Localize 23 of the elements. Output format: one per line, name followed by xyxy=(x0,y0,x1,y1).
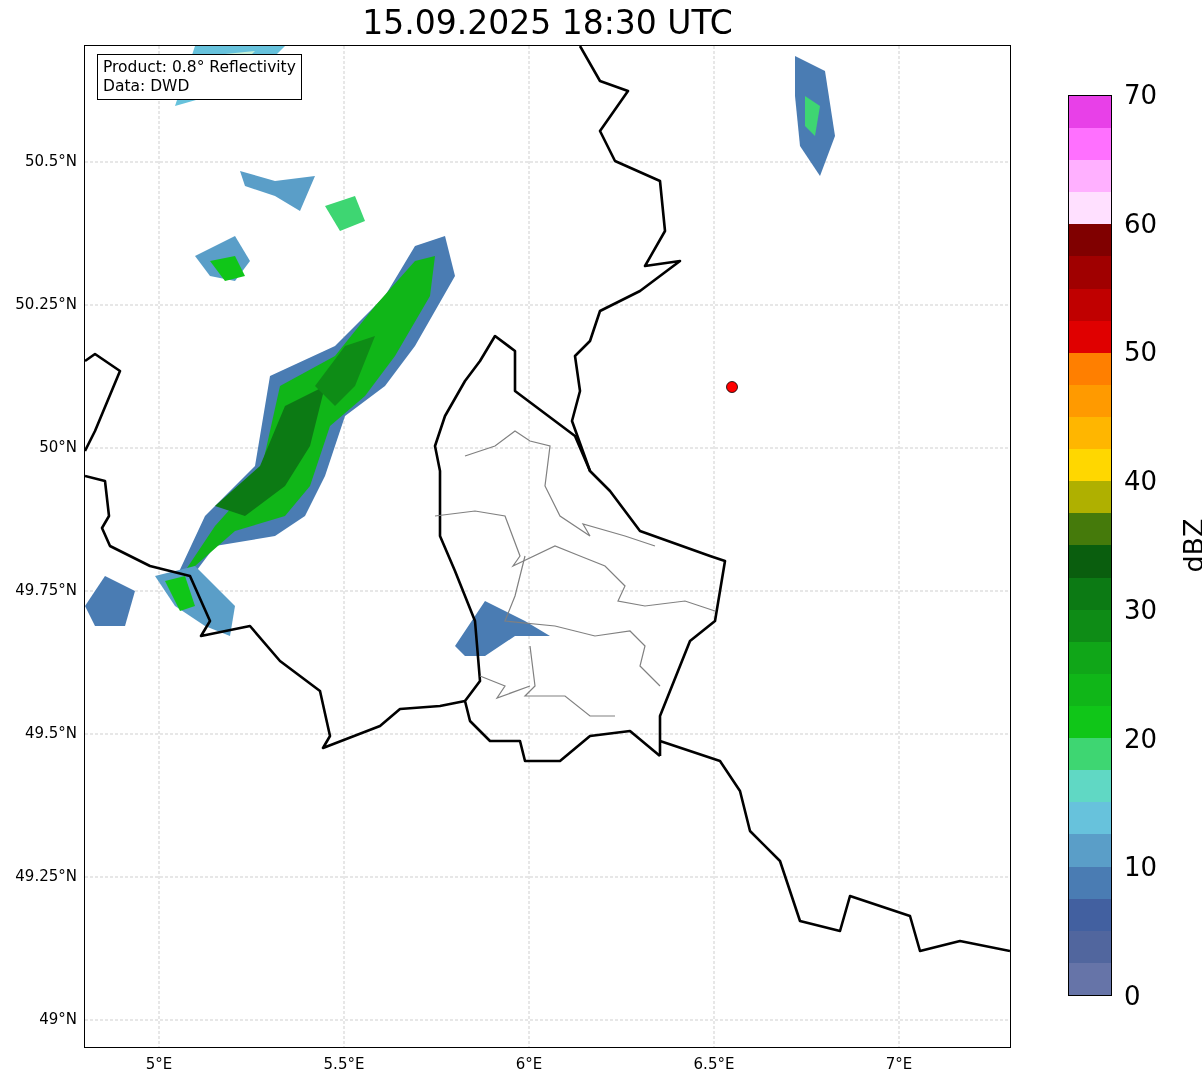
axis-label: 6°E xyxy=(515,1055,543,1073)
tick-label: 10 xyxy=(1124,852,1158,883)
tick-label: 40 xyxy=(1124,466,1158,497)
axis-label: 49°N xyxy=(39,1010,77,1028)
axis-label: 5°E xyxy=(145,1055,173,1073)
axis-label: 7°E xyxy=(885,1055,913,1073)
axis-label: 5.5°E xyxy=(323,1055,365,1073)
tick-label: 0 xyxy=(1124,981,1141,1011)
legend-text: Data: DWD xyxy=(103,77,191,96)
axis-label: 50°N xyxy=(39,438,77,456)
tick-label: 60 xyxy=(1124,208,1158,239)
tick-label: 50 xyxy=(1124,337,1158,368)
axis-label: 50.5°N xyxy=(24,152,77,170)
legend-text: Product: 0.8° Reflectivity xyxy=(103,58,296,77)
axis-label: 6.5°E xyxy=(693,1055,735,1073)
tick-label: 70 xyxy=(1124,80,1158,110)
axis-label: 49.75°N xyxy=(15,581,77,599)
tick-label: 30 xyxy=(1124,594,1158,625)
axis-label: 49.25°N xyxy=(15,867,77,885)
axis-label: 49.5°N xyxy=(24,724,77,742)
tick-label: 20 xyxy=(1124,723,1158,754)
axis-label: 50.25°N xyxy=(15,295,77,313)
chart-title: 15.09.2025 18:30 UTC xyxy=(361,2,734,44)
